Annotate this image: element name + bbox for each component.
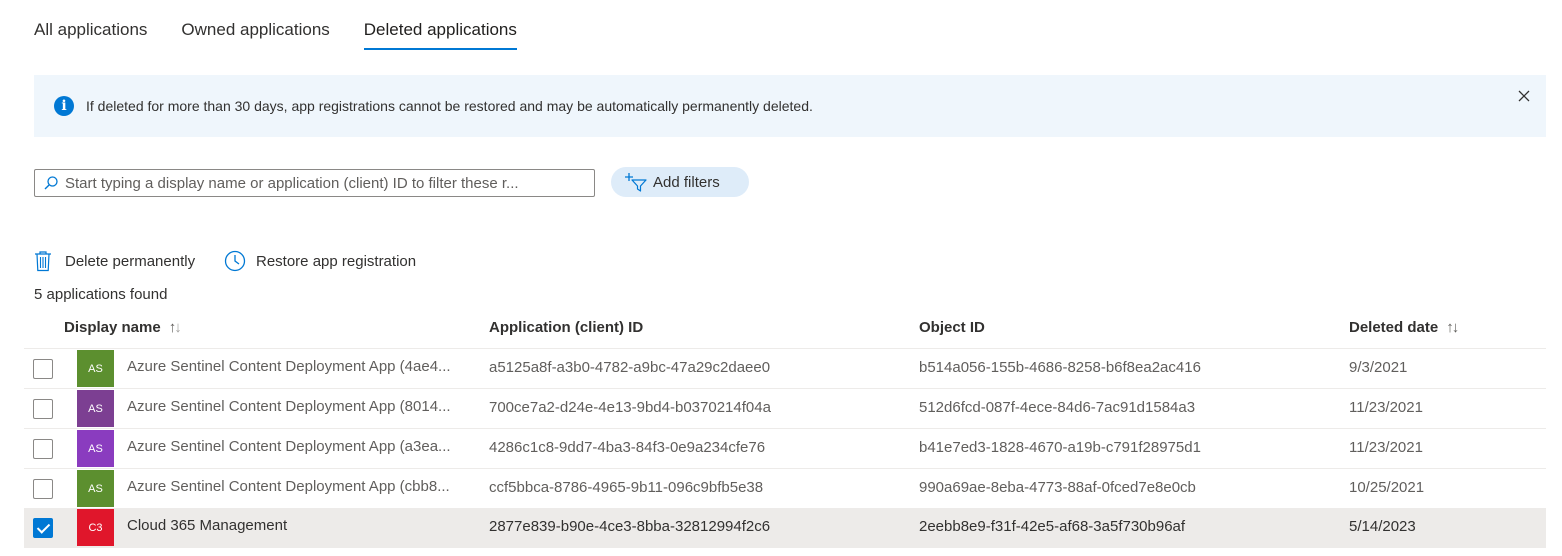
tab-all-applications[interactable]: All applications	[34, 0, 147, 52]
table-row[interactable]: AS Azure Sentinel Content Deployment App…	[24, 389, 1546, 429]
column-label-display-name: Display name	[64, 319, 161, 336]
info-banner: i If deleted for more than 30 days, app …	[34, 75, 1546, 137]
tab-owned-applications[interactable]: Owned applications	[181, 0, 329, 52]
add-filter-icon	[625, 173, 647, 192]
row-checkbox[interactable]	[33, 399, 53, 419]
clock-icon	[224, 250, 246, 272]
app-deleted-date: 9/3/2021	[1349, 359, 1408, 376]
app-display-name[interactable]: Cloud 365 Management	[127, 517, 479, 534]
row-checkbox[interactable]	[33, 359, 53, 379]
search-box[interactable]	[34, 169, 595, 197]
tab-bar: All applications Owned applications Dele…	[34, 0, 551, 52]
column-header-deleted-date[interactable]: Deleted date ↑↓	[1349, 319, 1459, 336]
app-object-id: 2eebb8e9-f31f-42e5-af68-3a5f730b96af	[919, 518, 1186, 535]
app-client-id: 4286c1c8-9dd7-4ba3-84f3-0e9a234cfe76	[489, 439, 766, 456]
app-display-name[interactable]: Azure Sentinel Content Deployment App (a…	[127, 438, 479, 455]
app-client-id: ccf5bbca-8786-4965-9b11-096c9bfb5e38	[489, 479, 764, 496]
app-client-id: 700ce7a2-d24e-4e13-9bd4-b0370214f04a	[489, 399, 771, 416]
app-object-id: 990a69ae-8eba-4773-88af-0fced7e8e0cb	[919, 479, 1196, 496]
row-checkbox[interactable]	[33, 518, 53, 538]
restore-app-registration-button[interactable]: Restore app registration	[224, 249, 416, 273]
result-count: 5 applications found	[34, 286, 168, 303]
delete-permanently-button[interactable]: Delete permanently	[34, 249, 195, 273]
search-icon	[44, 176, 58, 190]
table-row[interactable]: AS Azure Sentinel Content Deployment App…	[24, 349, 1546, 389]
app-avatar: C3	[77, 509, 114, 546]
close-icon[interactable]	[1516, 88, 1532, 104]
app-display-name[interactable]: Azure Sentinel Content Deployment App (4…	[127, 358, 479, 375]
add-filters-button[interactable]: Add filters	[611, 167, 749, 197]
app-deleted-date: 5/14/2023	[1349, 518, 1416, 535]
app-display-name[interactable]: Azure Sentinel Content Deployment App (8…	[127, 398, 479, 415]
app-client-id: a5125a8f-a3b0-4782-a9bc-47a29c2daee0	[489, 359, 771, 376]
sort-arrows-icon: ↑↓	[1446, 319, 1459, 336]
app-object-id: 512d6fcd-087f-4ece-84d6-7ac91d1584a3	[919, 399, 1196, 416]
banner-message: If deleted for more than 30 days, app re…	[86, 98, 813, 114]
app-deleted-date: 11/23/2021	[1349, 439, 1423, 456]
trash-icon	[35, 251, 51, 272]
sort-arrows-icon: ↑↓	[168, 319, 182, 336]
app-client-id: 2877e839-b90e-4ce3-8bba-32812994f2c6	[489, 518, 771, 535]
row-checkbox[interactable]	[33, 439, 53, 459]
table-row[interactable]: C3 Cloud 365 Management 2877e839-b90e-4c…	[24, 508, 1546, 548]
restore-app-registration-label: Restore app registration	[256, 252, 417, 270]
app-avatar: AS	[77, 390, 114, 427]
app-avatar: AS	[77, 430, 114, 467]
search-input[interactable]	[65, 172, 585, 194]
table-header: Display name ↑↓ Application (client) ID O…	[24, 310, 1546, 349]
column-header-display-name[interactable]: Display name ↑↓	[64, 319, 182, 336]
tab-deleted-applications[interactable]: Deleted applications	[363, 0, 517, 52]
delete-permanently-label: Delete permanently	[65, 252, 196, 270]
app-avatar: AS	[77, 470, 114, 507]
app-object-id: b41e7ed3-1828-4670-a19b-c791f28975d1	[919, 439, 1201, 456]
info-icon: i	[54, 96, 74, 116]
column-label-deleted-date: Deleted date	[1349, 319, 1439, 336]
app-deleted-date: 11/23/2021	[1349, 399, 1423, 416]
column-header-object-id[interactable]: Object ID	[919, 319, 985, 336]
row-checkbox[interactable]	[33, 479, 53, 499]
app-avatar: AS	[77, 350, 114, 387]
table-row[interactable]: AS Azure Sentinel Content Deployment App…	[24, 429, 1546, 469]
add-filters-label: Add filters	[653, 174, 720, 191]
app-deleted-date: 10/25/2021	[1349, 479, 1425, 496]
column-header-app-id[interactable]: Application (client) ID	[489, 319, 643, 336]
app-object-id: b514a056-155b-4686-8258-b6f8ea2ac416	[919, 359, 1201, 376]
table-row[interactable]: AS Azure Sentinel Content Deployment App…	[24, 469, 1546, 509]
app-display-name[interactable]: Azure Sentinel Content Deployment App (c…	[127, 478, 479, 495]
